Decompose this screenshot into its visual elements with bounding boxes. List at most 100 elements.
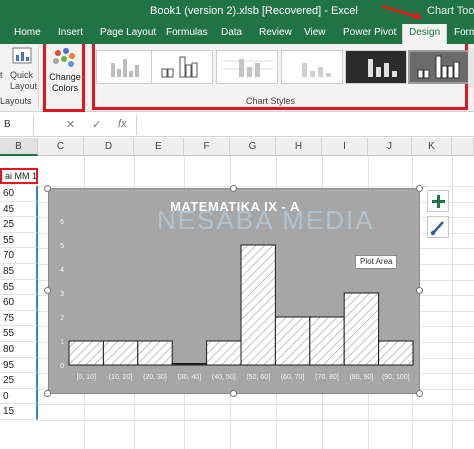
tab-review[interactable]: Review bbox=[259, 27, 292, 38]
tab-page-layout[interactable]: Page Layout bbox=[100, 27, 156, 38]
tab-formulas[interactable]: Formulas bbox=[166, 27, 208, 38]
cell-b-value[interactable]: 80 bbox=[0, 342, 38, 358]
name-box[interactable]: B bbox=[0, 115, 34, 135]
x-tick-label: (70, 80] bbox=[315, 374, 339, 381]
cell-b-value[interactable]: 55 bbox=[0, 232, 38, 249]
column-header-g[interactable]: G bbox=[230, 138, 276, 156]
chart-plot[interactable]: 0 1 2 3 4 5 6 [0, 10] (10, 20] (20, 30] (30, 40] (4… bbox=[49, 189, 421, 395]
tab-design[interactable]: Design bbox=[402, 24, 448, 44]
column-header-blank bbox=[452, 138, 474, 156]
column-header-k[interactable]: K bbox=[412, 138, 452, 156]
quick-layout-icon bbox=[12, 47, 32, 64]
histogram-bar[interactable] bbox=[309, 316, 345, 366]
column-header-b[interactable]: B bbox=[0, 138, 38, 156]
cell-b-value[interactable]: 60 bbox=[0, 186, 38, 202]
column-header-c[interactable]: C bbox=[38, 138, 84, 156]
y-tick-label: 6 bbox=[60, 219, 64, 226]
chart-style-6-selected[interactable] bbox=[408, 50, 470, 84]
cell-b-value[interactable]: 60 bbox=[0, 295, 38, 311]
resize-handle-top-left[interactable] bbox=[44, 185, 51, 192]
cell-b-value[interactable]: 70 bbox=[0, 248, 38, 264]
cell-b-header[interactable]: ai MM 1 bbox=[0, 168, 38, 184]
y-tick-label: 1 bbox=[60, 339, 64, 346]
histogram-bar[interactable] bbox=[240, 244, 276, 366]
tab-insert[interactable]: Insert bbox=[58, 27, 83, 38]
resize-handle-right[interactable] bbox=[416, 287, 423, 294]
chart-style-3-preview-icon bbox=[221, 59, 273, 77]
column-header-h[interactable]: H bbox=[276, 138, 322, 156]
window-title: Book1 (version 2).xlsb [Recovered] - Exc… bbox=[150, 5, 358, 17]
cancel-icon[interactable]: ✕ bbox=[66, 118, 75, 131]
tab-view[interactable]: View bbox=[304, 27, 326, 38]
chart-style-2[interactable] bbox=[151, 50, 213, 84]
cell-b-value[interactable]: 0 bbox=[0, 388, 38, 405]
histogram-chart[interactable]: MATEMATIKA IX - A NESABA MEDIA 0 1 2 3 4 5 6 [0… bbox=[48, 188, 420, 394]
histogram-bar[interactable] bbox=[274, 316, 311, 366]
resize-handle-top[interactable] bbox=[230, 185, 237, 192]
x-tick-label: (40, 50] bbox=[212, 374, 236, 381]
histogram-bar[interactable] bbox=[206, 340, 242, 366]
tab-power-pivot[interactable]: Power Pivot bbox=[343, 27, 396, 38]
histogram-bar[interactable] bbox=[137, 340, 173, 366]
chart-style-5-preview-icon bbox=[368, 59, 397, 77]
x-tick-label: (60, 70] bbox=[281, 374, 305, 381]
palette-swatch bbox=[63, 48, 69, 54]
resize-handle-bottom-right[interactable] bbox=[416, 390, 423, 397]
tab-format[interactable]: Form bbox=[454, 27, 474, 38]
column-header-e[interactable]: E bbox=[134, 138, 184, 156]
histogram-bar[interactable] bbox=[343, 292, 380, 366]
resize-handle-left[interactable] bbox=[44, 287, 51, 294]
chart-style-6-preview-icon bbox=[417, 55, 460, 79]
cell-b-value[interactable]: 45 bbox=[0, 201, 38, 218]
cell-b-value[interactable]: 15 bbox=[0, 404, 38, 420]
enter-icon[interactable]: ✓ bbox=[92, 118, 101, 131]
chart-tools-context-label: Chart Tools bbox=[427, 5, 474, 17]
plus-icon bbox=[432, 195, 445, 208]
cell-b-value[interactable]: 25 bbox=[0, 217, 38, 233]
cell-b-value[interactable]: 25 bbox=[0, 373, 38, 389]
chart-style-1-preview-icon bbox=[111, 59, 139, 77]
chart-style-5[interactable] bbox=[345, 50, 407, 84]
cell-b-value[interactable]: 65 bbox=[0, 279, 38, 296]
column-header-f[interactable]: F bbox=[184, 138, 230, 156]
annotation-arrow-icon bbox=[381, 4, 422, 19]
chart-styles-button[interactable] bbox=[427, 216, 449, 238]
grid-line bbox=[38, 404, 474, 406]
x-tick-label: (80, 90] bbox=[350, 374, 374, 381]
chart-style-4-preview-icon bbox=[302, 63, 331, 77]
column-header-j[interactable]: J bbox=[368, 138, 412, 156]
column-header-i[interactable]: I bbox=[322, 138, 368, 156]
chart-style-3[interactable] bbox=[216, 50, 278, 84]
resize-handle-top-right[interactable] bbox=[416, 185, 423, 192]
column-header-d[interactable]: D bbox=[84, 138, 134, 156]
resize-handle-bottom-left[interactable] bbox=[44, 390, 51, 397]
chart-styles-group-label: Chart Styles bbox=[246, 96, 296, 106]
formula-bar: B ✕ ✓ fx bbox=[0, 113, 474, 137]
tab-data[interactable]: Data bbox=[221, 27, 242, 38]
histogram-bar[interactable] bbox=[378, 340, 414, 366]
y-tick-label: 2 bbox=[60, 315, 64, 322]
resize-handle-bottom[interactable] bbox=[230, 390, 237, 397]
plot-area-tooltip: Plot Area bbox=[355, 255, 398, 269]
x-tick-label: (50, 60] bbox=[246, 374, 270, 381]
chart-style-1[interactable] bbox=[96, 50, 158, 84]
excel-window: Book1 (version 2).xlsb [Recovered] - Exc… bbox=[0, 0, 474, 449]
formula-input[interactable] bbox=[136, 115, 474, 135]
ribbon-separator bbox=[38, 46, 39, 108]
cell-b-value[interactable]: 85 bbox=[0, 264, 38, 280]
x-tick-label: [0, 10] bbox=[76, 374, 96, 381]
cell-b-value[interactable]: 95 bbox=[0, 357, 38, 374]
grid-line bbox=[38, 186, 474, 187]
insert-function-icon[interactable]: fx bbox=[118, 118, 127, 130]
chart-styles-scroll[interactable] bbox=[468, 48, 474, 88]
cell-b-value[interactable]: 55 bbox=[0, 326, 38, 342]
tab-home[interactable]: Home bbox=[14, 27, 41, 38]
cell-b-value[interactable]: 75 bbox=[0, 310, 38, 327]
chart-style-4[interactable] bbox=[281, 50, 343, 84]
palette-swatch bbox=[53, 58, 59, 64]
histogram-bar[interactable] bbox=[68, 340, 104, 366]
ribbon-tabs: Home Insert Page Layout Formulas Data Re… bbox=[0, 24, 474, 44]
histogram-bar[interactable] bbox=[102, 340, 139, 366]
palette-swatch bbox=[61, 56, 67, 62]
chart-elements-button[interactable] bbox=[427, 190, 449, 212]
